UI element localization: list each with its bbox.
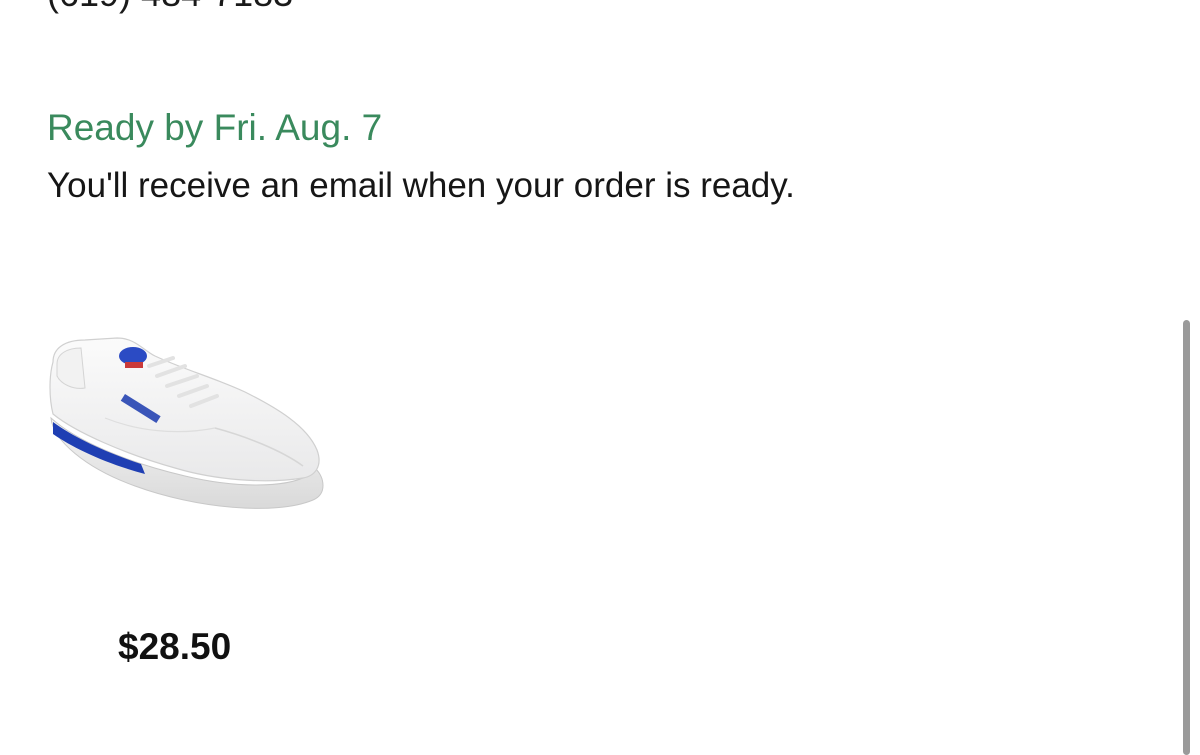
sneaker-image <box>49 337 324 509</box>
product-image[interactable] <box>45 318 330 533</box>
ready-date-label: Ready by Fri. Aug. 7 <box>47 107 383 148</box>
store-phone[interactable]: (619) 484-7183 <box>47 0 293 14</box>
email-notice: You'll receive an email when your order … <box>47 166 795 205</box>
scrollbar[interactable] <box>1183 320 1190 755</box>
item-price: $28.50 <box>118 626 232 667</box>
